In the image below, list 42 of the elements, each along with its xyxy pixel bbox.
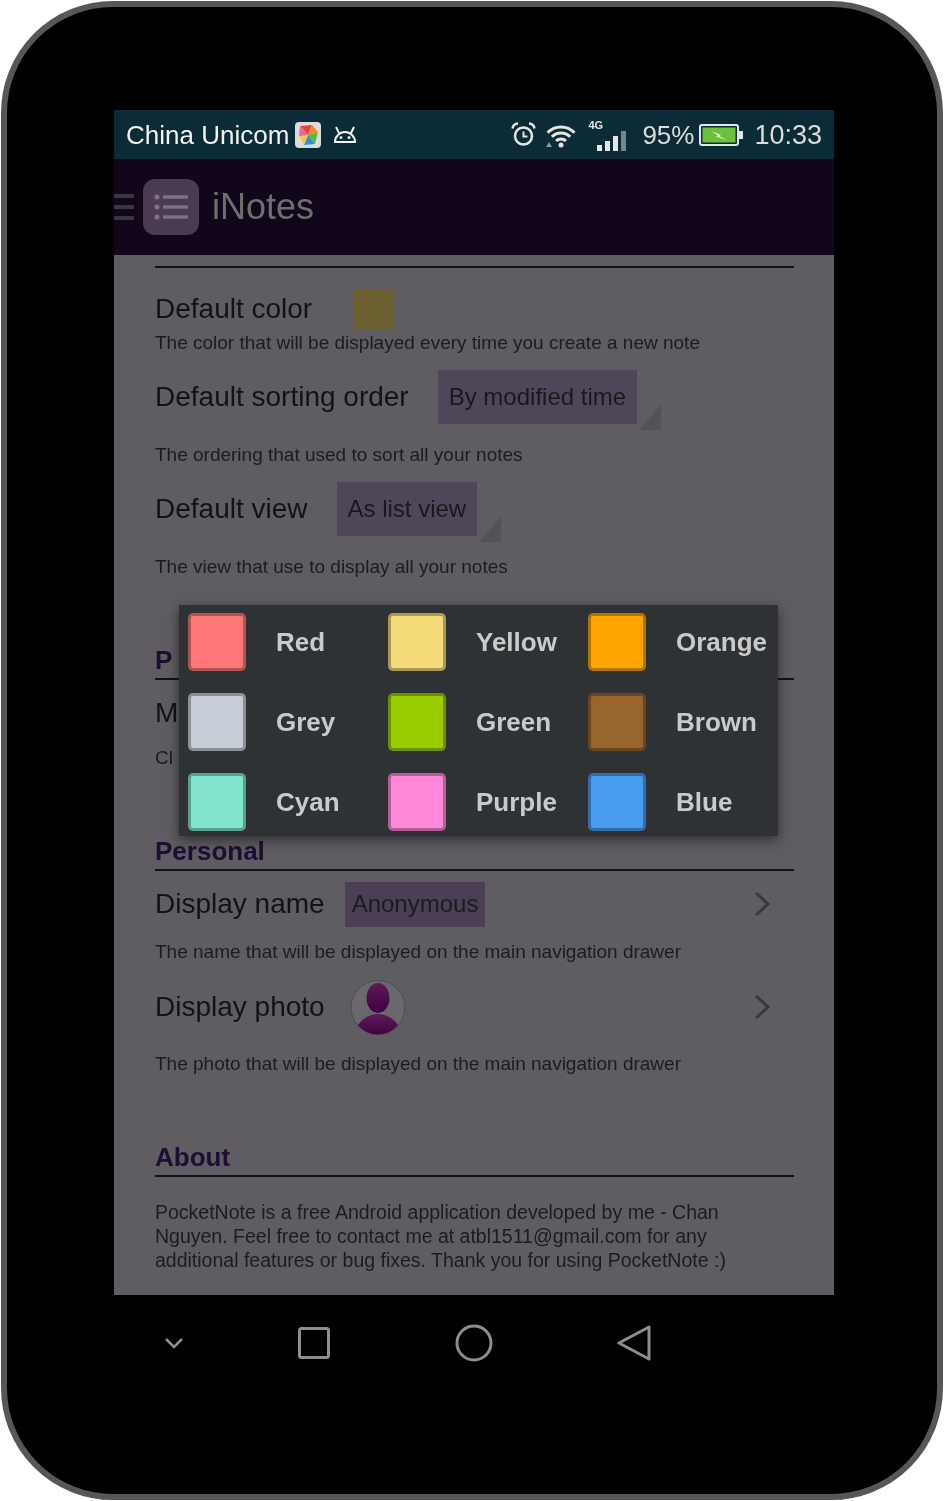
setting-description: The color that will be displayed every time you create a new note xyxy=(155,331,700,355)
color-swatch-icon[interactable] xyxy=(353,289,394,329)
color-option[interactable]: Cyan xyxy=(188,773,388,831)
color-option[interactable]: Grey xyxy=(188,693,388,751)
color-option[interactable]: Orange xyxy=(588,613,778,671)
color-option[interactable]: Blue xyxy=(588,773,778,831)
network-type: 4G xyxy=(588,118,604,131)
setting-title: Default view xyxy=(155,492,308,526)
setting-title: Default color xyxy=(155,292,313,326)
alarm-clock-icon xyxy=(511,122,537,147)
avatar-silhouette-icon[interactable] xyxy=(349,978,406,1036)
clock-time: 10:33 xyxy=(754,119,822,150)
color-option[interactable]: Purple xyxy=(388,773,588,831)
setting-description: The photo that will be displayed on the main navigation drawer xyxy=(155,1052,681,1076)
setting-description: The view that use to display all your notes xyxy=(155,555,508,579)
robot-head-icon xyxy=(332,124,359,145)
color-option[interactable]: Brown xyxy=(588,693,778,751)
setting-description: The ordering that used to sort all your notes xyxy=(155,443,523,467)
setting-title: Default sorting order xyxy=(155,380,409,414)
section-header: About xyxy=(155,1143,231,1171)
chevron-down-icon[interactable] xyxy=(164,1337,184,1349)
signal-bars-icon xyxy=(597,130,628,151)
carrier-name: China Unicom xyxy=(126,119,290,150)
color-option[interactable]: Green xyxy=(388,693,588,751)
section-header: P xyxy=(155,646,173,674)
about-text: PocketNote is a free Android application developed by me - Chan Nguyen. Feel free to contact me at atbl1511@gmail.com for any additional features or bug fixes. Thank you for using PocketNote :) xyxy=(155,1200,727,1272)
list-icon[interactable] xyxy=(143,179,199,235)
circle-icon[interactable] xyxy=(455,1324,493,1362)
section-header: Personal xyxy=(155,837,265,865)
back-icon[interactable] xyxy=(616,1325,652,1361)
setting-description: The name that will be displayed on the main navigation drawer xyxy=(155,940,681,964)
setting-title: Display name xyxy=(155,887,325,921)
pinwheel-app-icon[interactable] xyxy=(295,121,322,148)
battery-percent: 95% xyxy=(642,119,695,150)
square-icon[interactable] xyxy=(298,1327,330,1359)
setting-title: Display photo xyxy=(155,990,325,1024)
color-option[interactable]: Red xyxy=(188,613,388,671)
app-title: iNotes xyxy=(212,186,315,228)
setting-description: Cl xyxy=(155,746,173,770)
color-option[interactable]: Yellow xyxy=(388,613,588,671)
setting-title: M xyxy=(155,696,179,730)
battery-charging-icon xyxy=(699,123,744,146)
